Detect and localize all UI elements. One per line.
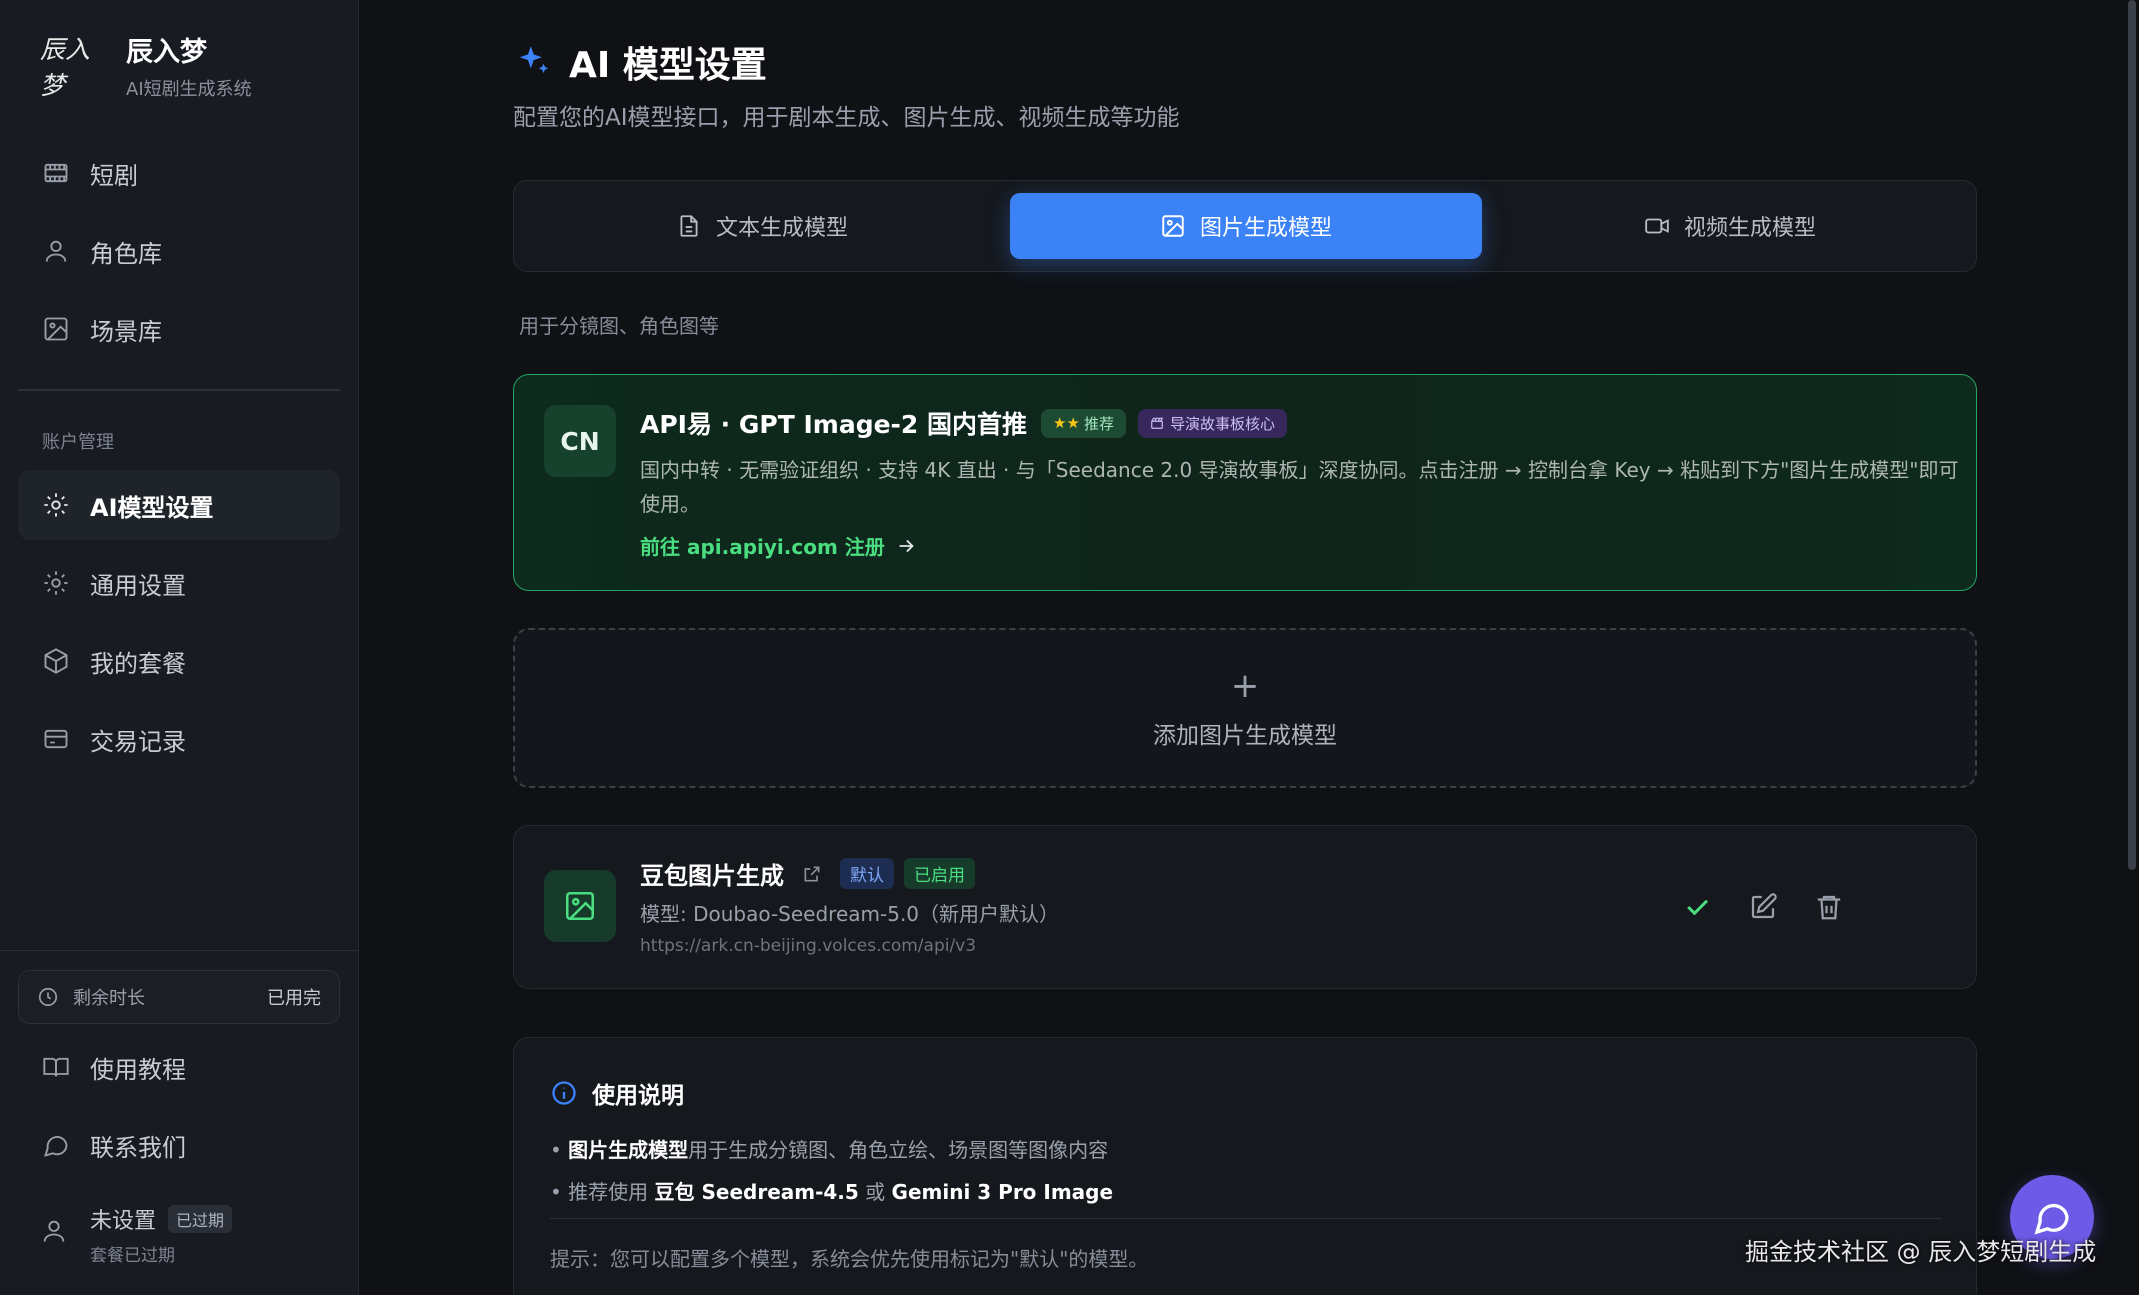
remaining-time-label: 剩余时长 <box>73 988 145 1009</box>
image-icon <box>1162 215 1184 237</box>
main-content: AI 模型设置 配置您的AI模型接口，用于剧本生成、图片生成、视频生成等功能 文… <box>360 0 2139 1295</box>
add-image-model-button[interactable]: + 添加图片生成模型 <box>513 628 1977 788</box>
usage-line-2: • 推荐使用 豆包 Seedream-4.5 或 Gemini 3 Pro Im… <box>550 1180 1114 1204</box>
page-title: AI 模型设置 <box>569 45 767 86</box>
sidebar-item-label: 交易记录 <box>90 727 186 756</box>
page-subtitle: 配置您的AI模型接口，用于剧本生成、图片生成、视频生成等功能 <box>513 105 1180 131</box>
sidebar-item-label: 通用设置 <box>90 571 186 600</box>
brand-name: 辰入梦 <box>126 37 207 68</box>
sparkle-icon <box>519 46 549 74</box>
user-icon <box>43 1220 65 1242</box>
usage-tip: 提示：您可以配置多个模型，系统会优先使用标记为"默认"的模型。 <box>550 1247 1149 1271</box>
remaining-time-box: 剩余时长 已用完 <box>18 970 340 1024</box>
sidebar-item-contact[interactable]: 联系我们 <box>18 1110 340 1180</box>
sparkle-settings-icon <box>44 493 68 517</box>
sidebar-item-label: 联系我们 <box>90 1133 186 1162</box>
card-icon <box>44 729 68 749</box>
trash-icon[interactable] <box>1814 892 1844 922</box>
check-icon[interactable] <box>1682 892 1712 922</box>
promo-description: 国内中转 · 无需验证组织 · 支持 4K 直出 · 与「Seedance 2.… <box>640 458 1959 516</box>
sidebar-item-transactions[interactable]: 交易记录 <box>18 704 340 774</box>
clock-icon <box>38 987 58 1007</box>
document-icon <box>680 215 698 237</box>
tab-text-model[interactable]: 文本生成模型 <box>526 193 998 259</box>
sidebar-item-general-settings[interactable]: 通用设置 <box>18 548 340 618</box>
sidebar-item-label: 场景库 <box>90 317 162 346</box>
add-model-label: 添加图片生成模型 <box>1153 723 1337 749</box>
tab-label: 文本生成模型 <box>715 216 848 241</box>
remaining-time-value: 已用完 <box>267 988 321 1009</box>
tab-hint: 用于分镜图、角色图等 <box>519 314 719 338</box>
tab-label: 视频生成模型 <box>1683 216 1816 241</box>
plus-icon: + <box>1230 666 1260 706</box>
recommend-tag: ★★ 推荐 <box>1041 408 1126 438</box>
tab-label: 图片生成模型 <box>1199 216 1332 241</box>
chat-icon <box>44 1136 68 1157</box>
external-link-icon[interactable] <box>802 864 822 884</box>
brand[interactable]: 辰入梦 辰入梦 AI短剧生成系统 <box>40 30 252 101</box>
tab-image-model[interactable]: 图片生成模型 <box>1010 193 1482 259</box>
brand-subtitle: AI短剧生成系统 <box>126 79 252 100</box>
sidebar-item-label: 短剧 <box>90 161 138 190</box>
sidebar-item-dramas[interactable]: 短剧 <box>18 138 340 208</box>
sidebar-item-label: 使用教程 <box>90 1055 186 1084</box>
sidebar-item-scenes[interactable]: 场景库 <box>18 294 340 364</box>
model-endpoint-url: https://ark.cn-beijing.volces.com/api/v3 <box>640 936 977 956</box>
model-id: 模型: Doubao-Seedream-5.0（新用户默认） <box>640 902 1060 926</box>
arrow-right-icon <box>899 539 914 552</box>
brand-logo: 辰入梦 <box>40 34 91 100</box>
sidebar-item-label: AI模型设置 <box>90 493 214 522</box>
sidebar-item-label: 角色库 <box>90 239 162 268</box>
promo-title: API易 · GPT Image-2 国内首推 <box>640 410 1028 439</box>
model-icon <box>544 870 616 942</box>
default-badge: 默认 <box>840 858 894 889</box>
promo-card: CN API易 · GPT Image-2 国内首推 ★★ 推荐 导演故事板核心… <box>513 374 1977 591</box>
section-label-account: 账户管理 <box>42 432 114 453</box>
book-icon <box>43 1057 69 1077</box>
sidebar-footer-divider <box>0 950 359 951</box>
user-icon <box>45 240 67 262</box>
usage-line-1: • 图片生成模型用于生成分镜图、角色立绘、场景图等图像内容 <box>550 1138 1109 1162</box>
edit-icon[interactable] <box>1748 892 1778 922</box>
sidebar: 辰入梦 辰入梦 AI短剧生成系统 短剧 角色库 场景库 账户管理 AI模型设置 … <box>0 0 359 1295</box>
usage-title: 使用说明 <box>592 1083 684 1109</box>
user-name: 未设置 <box>90 1209 157 1234</box>
usage-divider <box>550 1218 1942 1219</box>
package-icon <box>44 648 68 674</box>
sidebar-item-my-plan[interactable]: 我的套餐 <box>18 626 340 696</box>
promo-register-link[interactable]: 前往 api.apiyi.com 注册 <box>640 531 917 560</box>
chat-bubble-icon <box>2034 1203 2069 1235</box>
model-name: 豆包图片生成 <box>640 862 784 890</box>
image-icon <box>44 317 68 341</box>
expired-badge: 已过期 <box>168 1205 233 1233</box>
info-icon <box>552 1081 576 1105</box>
star-icon: ★★ <box>1053 414 1080 432</box>
sidebar-item-tutorial[interactable]: 使用教程 <box>18 1032 340 1102</box>
clapperboard-icon <box>1151 417 1164 429</box>
user-plan-status: 套餐已过期 <box>90 1246 175 1266</box>
tab-video-model[interactable]: 视频生成模型 <box>1494 193 1966 259</box>
watermark: 掘金技术社区 @ 辰入梦短剧生成 <box>1745 1238 2097 1266</box>
video-icon <box>1645 218 1669 234</box>
sidebar-item-label: 我的套餐 <box>90 649 186 678</box>
sidebar-divider <box>18 389 340 391</box>
gear-icon <box>44 571 68 595</box>
sidebar-item-ai-model-settings[interactable]: AI模型设置 <box>18 470 340 540</box>
scrollbar[interactable] <box>2128 0 2136 870</box>
model-card-doubao: 豆包图片生成 默认 已启用 模型: Doubao-Seedream-5.0（新用… <box>513 825 1977 989</box>
storyboard-core-tag: 导演故事板核心 <box>1137 408 1287 438</box>
enabled-badge: 已启用 <box>904 858 975 889</box>
film-icon <box>44 163 68 183</box>
sidebar-item-characters[interactable]: 角色库 <box>18 216 340 286</box>
model-type-tabs: 文本生成模型 图片生成模型 视频生成模型 <box>513 180 1977 272</box>
app-root: 辰入梦 辰入梦 AI短剧生成系统 短剧 角色库 场景库 账户管理 AI模型设置 … <box>0 0 2139 1295</box>
promo-badge: CN <box>544 405 616 477</box>
user-profile[interactable]: 未设置 已过期 套餐已过期 <box>40 1203 233 1266</box>
image-icon <box>565 891 595 921</box>
